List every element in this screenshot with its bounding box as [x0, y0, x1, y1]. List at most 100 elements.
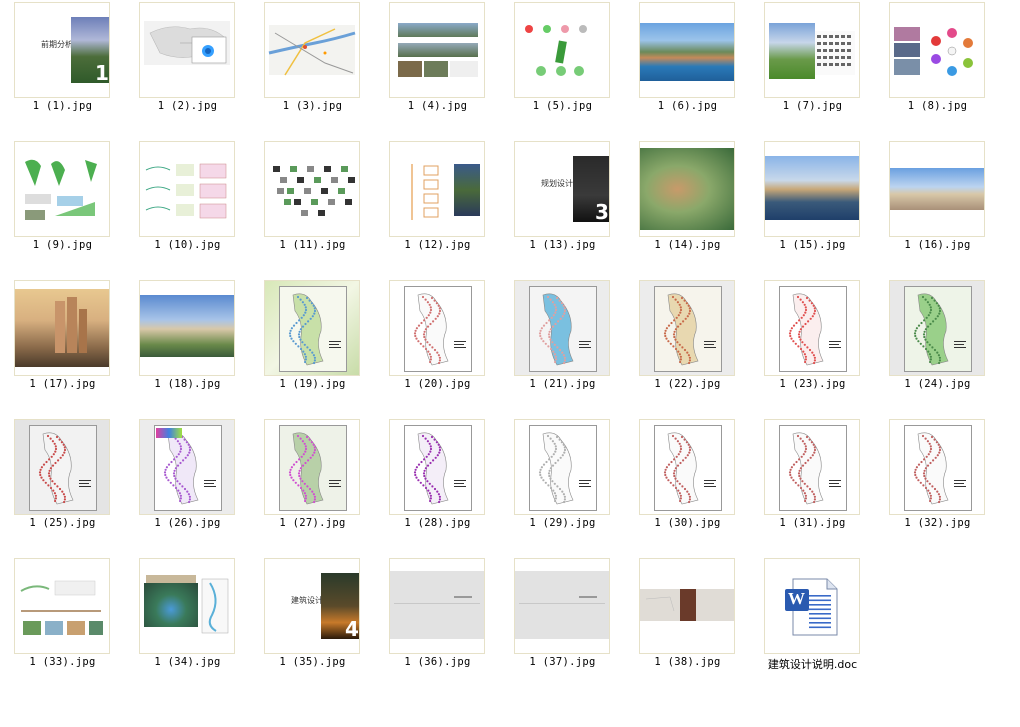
image-thumbnail[interactable] [139, 141, 235, 237]
file-item[interactable]: 1 (37).jpg [500, 556, 625, 686]
image-thumbnail[interactable]: 规划设计 3 [514, 141, 610, 237]
image-thumbnail[interactable] [264, 141, 360, 237]
file-item[interactable]: 1 (30).jpg [625, 417, 750, 547]
image-thumbnail[interactable] [639, 141, 735, 237]
file-item[interactable]: 1 (24).jpg [875, 278, 1000, 408]
landscape-photo [398, 43, 478, 57]
image-thumbnail[interactable] [389, 280, 485, 376]
image-thumbnail[interactable] [639, 558, 735, 654]
image-thumbnail[interactable] [139, 558, 235, 654]
image-thumbnail[interactable] [764, 2, 860, 98]
image-thumbnail[interactable] [764, 419, 860, 515]
file-item[interactable]: 1 (3).jpg [250, 0, 375, 130]
file-item[interactable]: 建筑设计 4 1 (35).jpg [250, 556, 375, 686]
file-name-label: 1 (18).jpg [154, 378, 221, 390]
image-thumbnail[interactable] [514, 2, 610, 98]
image-thumbnail[interactable] [889, 280, 985, 376]
image-thumbnail[interactable] [764, 141, 860, 237]
file-item[interactable]: 1 (34).jpg [125, 556, 250, 686]
site-plan-drawing [38, 432, 91, 505]
file-item[interactable]: 1 (25).jpg [0, 417, 125, 547]
file-name-label: 1 (13).jpg [529, 239, 596, 251]
file-item[interactable]: 1 (19).jpg [250, 278, 375, 408]
image-thumbnail[interactable] [639, 2, 735, 98]
image-thumbnail[interactable] [514, 558, 610, 654]
file-item[interactable]: 1 (15).jpg [750, 139, 875, 269]
section-number: 3 [595, 200, 609, 224]
image-thumbnail[interactable] [14, 419, 110, 515]
file-item[interactable]: 1 (11).jpg [250, 139, 375, 269]
image-thumbnail[interactable] [389, 141, 485, 237]
word-document-icon[interactable]: W [764, 558, 860, 654]
image-thumbnail[interactable] [14, 280, 110, 376]
file-item[interactable]: 1 (29).jpg [500, 417, 625, 547]
file-item[interactable]: 1 (32).jpg [875, 417, 1000, 547]
image-thumbnail[interactable] [139, 2, 235, 98]
site-plan-drawing [913, 432, 966, 505]
diagram-drawing [145, 163, 227, 219]
file-item[interactable]: 1 (31).jpg [750, 417, 875, 547]
file-item[interactable]: 1 (7).jpg [750, 0, 875, 130]
image-thumbnail[interactable] [14, 558, 110, 654]
file-name-label: 建筑设计说明.doc [767, 658, 858, 671]
image-thumbnail[interactable] [389, 2, 485, 98]
image-thumbnail[interactable] [389, 419, 485, 515]
image-thumbnail[interactable] [264, 419, 360, 515]
file-item[interactable]: 1 (2).jpg [125, 0, 250, 130]
file-item[interactable]: 1 (4).jpg [375, 0, 500, 130]
file-name-label: 1 (6).jpg [657, 100, 718, 112]
image-thumbnail[interactable] [889, 141, 985, 237]
file-item[interactable]: 1 (16).jpg [875, 139, 1000, 269]
harbor-photo [640, 23, 734, 81]
file-name-label: 1 (33).jpg [29, 656, 96, 668]
image-thumbnail[interactable] [639, 419, 735, 515]
file-item[interactable]: 1 (33).jpg [0, 556, 125, 686]
file-item[interactable]: 1 (9).jpg [0, 139, 125, 269]
file-item[interactable]: 1 (18).jpg [125, 278, 250, 408]
diagram-drawing [25, 159, 97, 220]
file-item[interactable]: 1 (26).jpg [125, 417, 250, 547]
image-thumbnail[interactable] [14, 141, 110, 237]
file-item[interactable]: 1 (36).jpg [375, 556, 500, 686]
image-thumbnail[interactable] [889, 419, 985, 515]
file-item[interactable]: 1 (38).jpg [625, 556, 750, 686]
image-thumbnail[interactable] [514, 419, 610, 515]
file-item[interactable]: 1 (6).jpg [625, 0, 750, 130]
file-name-label: 1 (16).jpg [904, 239, 971, 251]
file-item[interactable]: 1 (22).jpg [625, 278, 750, 408]
file-name-label: 1 (4).jpg [407, 100, 468, 112]
file-item[interactable]: 1 (20).jpg [375, 278, 500, 408]
image-thumbnail[interactable] [264, 280, 360, 376]
plan-drawing [815, 31, 855, 75]
file-item[interactable]: 1 (28).jpg [375, 417, 500, 547]
file-thumbnail-grid: 前期分析 1 1 (1).jpg 1 (2).jpg 1 (3).jpg 1 (4).jp… [0, 0, 1020, 727]
image-thumbnail[interactable] [139, 419, 235, 515]
file-item[interactable]: 1 (8).jpg [875, 0, 1000, 130]
image-thumbnail[interactable] [514, 280, 610, 376]
image-thumbnail[interactable]: 前期分析 1 [14, 2, 110, 98]
file-item[interactable]: 1 (12).jpg [375, 139, 500, 269]
image-thumbnail[interactable] [264, 2, 360, 98]
file-item[interactable]: 1 (27).jpg [250, 417, 375, 547]
section-title-label: 前期分析 [41, 40, 73, 49]
image-thumbnail[interactable] [889, 2, 985, 98]
file-item[interactable]: W 建筑设计说明.doc [750, 556, 875, 686]
file-item[interactable]: 1 (21).jpg [500, 278, 625, 408]
file-item[interactable]: 前期分析 1 1 (1).jpg [0, 0, 125, 130]
image-thumbnail[interactable]: 建筑设计 4 [264, 558, 360, 654]
cover-heading [579, 596, 597, 598]
site-plan-drawing [913, 293, 966, 366]
file-item[interactable]: 规划设计 3 1 (13).jpg [500, 139, 625, 269]
file-item[interactable]: 1 (14).jpg [625, 139, 750, 269]
image-thumbnail[interactable] [639, 280, 735, 376]
file-item[interactable]: 1 (23).jpg [750, 278, 875, 408]
file-item[interactable]: 1 (10).jpg [125, 139, 250, 269]
file-name-label: 1 (28).jpg [404, 517, 471, 529]
file-item[interactable]: 1 (5).jpg [500, 0, 625, 130]
file-name-label: 1 (23).jpg [779, 378, 846, 390]
image-thumbnail[interactable] [389, 558, 485, 654]
image-thumbnail[interactable] [764, 280, 860, 376]
file-item[interactable]: 1 (17).jpg [0, 278, 125, 408]
site-plan-drawing [538, 432, 591, 505]
image-thumbnail[interactable] [139, 280, 235, 376]
